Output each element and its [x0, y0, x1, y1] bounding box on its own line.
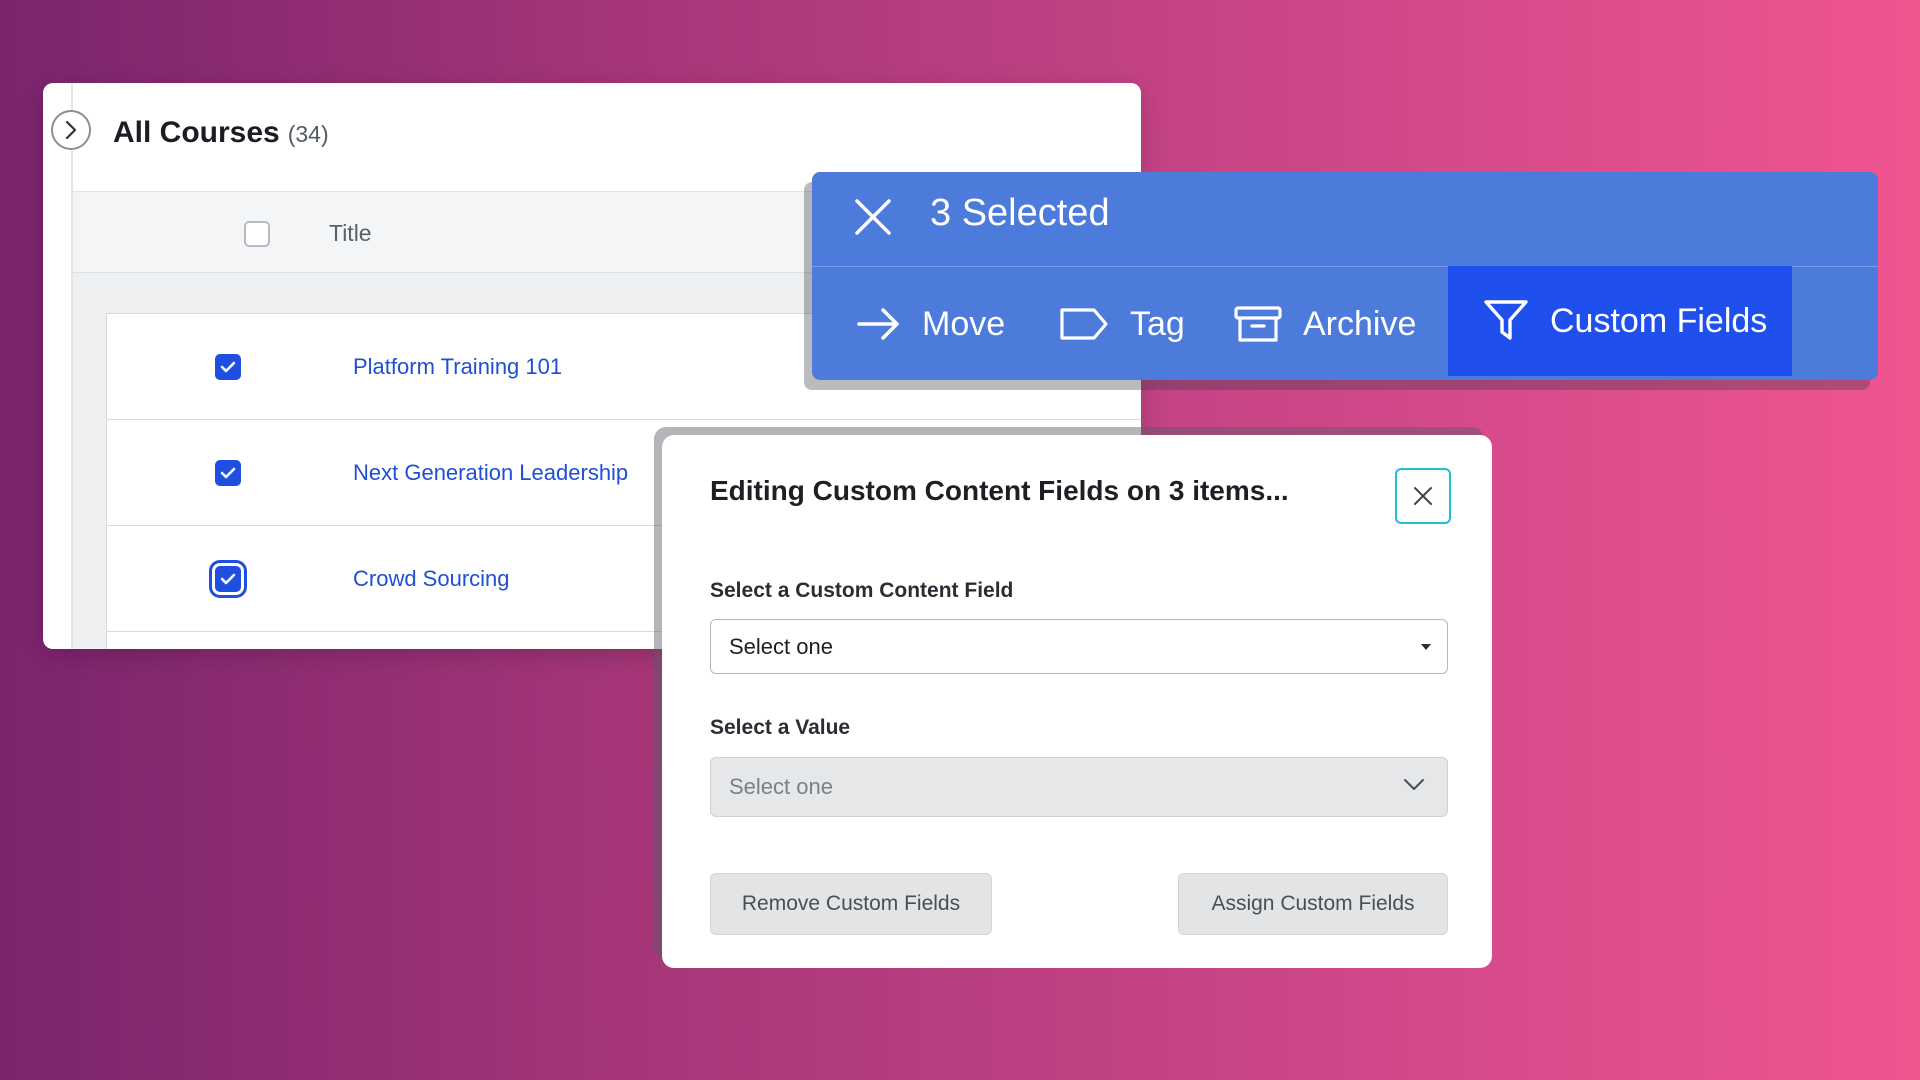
value-select[interactable]: Select one: [710, 757, 1448, 817]
move-button[interactable]: Move: [856, 268, 1005, 380]
chevron-down-icon: [1404, 779, 1424, 790]
remove-custom-fields-button[interactable]: Remove Custom Fields: [710, 873, 992, 935]
arrow-right-icon: [857, 308, 899, 340]
row-checkbox[interactable]: [215, 566, 241, 592]
tag-icon: [1060, 308, 1108, 340]
value-placeholder: Select one: [729, 774, 833, 799]
modal-close-button[interactable]: [1395, 468, 1451, 524]
row-checkbox[interactable]: [215, 460, 241, 486]
move-label: Move: [922, 304, 1006, 343]
archive-icon: [1234, 306, 1282, 342]
check-icon: [220, 573, 236, 585]
assign-custom-fields-button[interactable]: Assign Custom Fields: [1178, 873, 1448, 935]
course-title-link[interactable]: Next Generation Leadership: [353, 460, 628, 486]
chevron-right-icon: [65, 120, 77, 140]
bulk-action-bar: 3 Selected Move Tag Archive Custom Field…: [812, 172, 1878, 380]
tag-label: Tag: [1130, 304, 1185, 343]
course-title-link[interactable]: Crowd Sourcing: [353, 566, 510, 592]
caret-down-icon: [1421, 644, 1431, 650]
column-header-title[interactable]: Title: [329, 220, 372, 247]
row-checkbox[interactable]: [215, 354, 241, 380]
filter-icon: [1484, 300, 1528, 340]
close-icon[interactable]: [852, 196, 894, 238]
custom-fields-label: Custom Fields: [1550, 301, 1768, 340]
tag-button[interactable]: Tag: [1058, 268, 1185, 380]
course-title-link[interactable]: Platform Training 101: [353, 354, 562, 380]
check-icon: [220, 361, 236, 373]
expand-sidebar-button[interactable]: [51, 110, 91, 150]
check-icon: [220, 467, 236, 479]
custom-field-select[interactable]: Select one: [710, 619, 1448, 674]
custom-field-value: Select one: [729, 633, 833, 659]
bulk-actions: Move Tag Archive Custom Fields: [812, 266, 1878, 380]
archive-button[interactable]: Archive: [1233, 268, 1416, 380]
course-count: (34): [287, 121, 329, 147]
custom-fields-button[interactable]: Custom Fields: [1448, 266, 1792, 376]
selected-count: 3 Selected: [930, 192, 1110, 234]
bulk-action-header: 3 Selected: [812, 172, 1878, 267]
custom-fields-modal: Editing Custom Content Fields on 3 items…: [662, 435, 1492, 968]
custom-field-label: Select a Custom Content Field: [710, 579, 1014, 602]
value-label: Select a Value: [710, 716, 851, 739]
archive-label: Archive: [1303, 304, 1417, 343]
select-all-checkbox[interactable]: [244, 221, 270, 247]
page-title: All Courses (34): [113, 116, 329, 150]
modal-title: Editing Custom Content Fields on 3 items…: [710, 475, 1289, 506]
close-icon: [1414, 487, 1432, 505]
page-title-text: All Courses: [113, 116, 280, 149]
